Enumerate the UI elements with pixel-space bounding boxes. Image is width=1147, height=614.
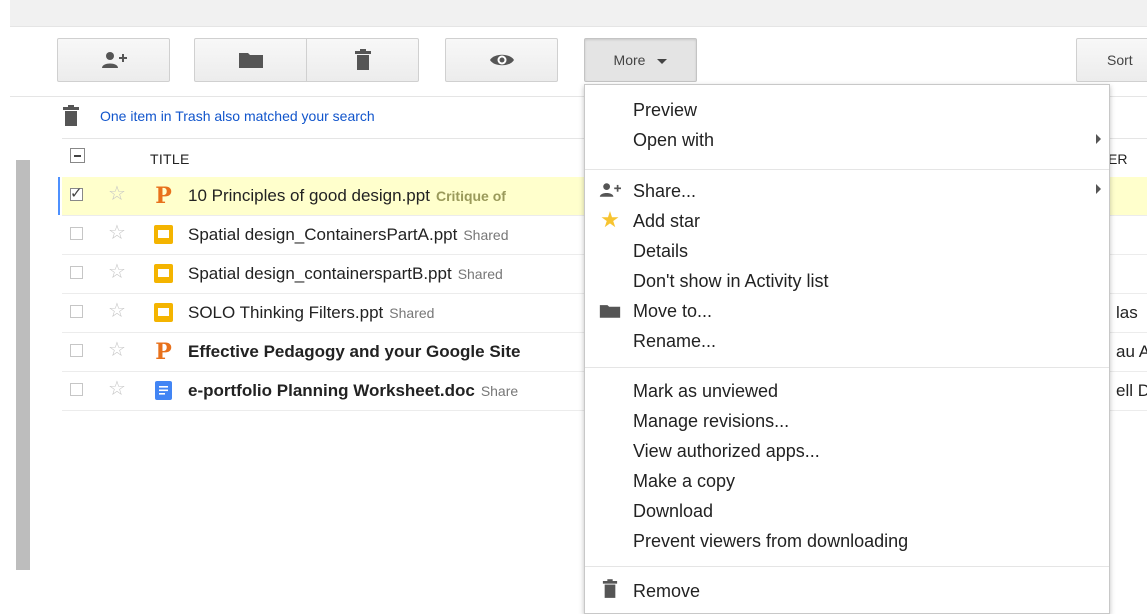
add-person-icon — [101, 52, 127, 68]
menu-item-open-with[interactable]: Open with — [633, 130, 714, 151]
slides-icon — [154, 303, 173, 322]
file-name[interactable]: SOLO Thinking Filters.ppt — [188, 303, 383, 322]
document-icon — [154, 381, 173, 400]
menu-item-rename[interactable]: Rename... — [633, 331, 716, 352]
menu-item-dont-show-activity[interactable]: Don't show in Activity list — [633, 271, 829, 292]
menu-item-view-authorized-apps[interactable]: View authorized apps... — [633, 441, 820, 462]
menu-item-download[interactable]: Download — [633, 501, 713, 522]
presentation-p-icon: P — [155, 338, 172, 365]
menu-item-move-to[interactable]: Move to... — [633, 301, 712, 322]
remove-button[interactable] — [306, 38, 419, 82]
star-outline-icon[interactable]: ☆ — [108, 262, 126, 282]
menu-item-manage-revisions[interactable]: Manage revisions... — [633, 411, 789, 432]
file-name[interactable]: Spatial design_ContainersPartA.ppt — [188, 225, 457, 244]
select-all-checkbox[interactable] — [70, 148, 85, 163]
menu-divider — [585, 367, 1109, 368]
left-scrollbar[interactable] — [16, 160, 30, 570]
owner-cell: au A — [1116, 342, 1147, 361]
file-name[interactable]: Spatial design_containerspartB.ppt — [188, 264, 452, 283]
file-name[interactable]: e-portfolio Planning Worksheet.doc — [188, 381, 475, 400]
sort-label: Sort — [1107, 52, 1133, 68]
menu-item-mark-unviewed[interactable]: Mark as unviewed — [633, 381, 778, 402]
more-label: More — [613, 52, 646, 68]
star-icon: ★ — [600, 207, 620, 232]
row-checkbox[interactable] — [70, 344, 83, 357]
star-outline-icon[interactable]: ☆ — [108, 184, 126, 204]
row-checkbox[interactable] — [70, 383, 83, 396]
file-name-cell[interactable]: Spatial design_containerspartB.ppt Shared — [188, 264, 503, 284]
top-strip — [10, 0, 1147, 27]
file-tag: Shared — [389, 305, 435, 321]
sort-button[interactable]: Sort — [1076, 38, 1147, 82]
trash-icon — [354, 49, 371, 70]
preview-button[interactable] — [445, 38, 558, 82]
row-checkbox[interactable] — [70, 184, 83, 202]
file-tag: Critique of — [435, 188, 506, 204]
move-to-folder-button[interactable] — [194, 38, 307, 82]
submenu-arrow-icon — [1096, 134, 1101, 144]
menu-item-make-copy[interactable]: Make a copy — [633, 471, 735, 492]
file-tag: Shared — [463, 227, 509, 243]
file-name[interactable]: 10 Principles of good design.ppt — [188, 186, 430, 205]
file-name[interactable]: Effective Pedagogy and your Google Site — [188, 342, 521, 361]
slides-icon — [154, 264, 173, 283]
title-column-header[interactable]: TITLE — [150, 151, 190, 167]
file-name-cell[interactable]: Spatial design_ContainersPartA.ppt Shared — [188, 225, 509, 245]
menu-divider — [585, 566, 1109, 567]
star-outline-icon[interactable]: ☆ — [108, 379, 126, 399]
presentation-p-icon: P — [155, 182, 172, 209]
file-name-cell[interactable]: SOLO Thinking Filters.ppt Shared — [188, 303, 434, 323]
menu-item-prevent-download[interactable]: Prevent viewers from downloading — [633, 531, 908, 552]
owner-cell: ell D — [1116, 381, 1147, 400]
slides-icon — [154, 225, 173, 244]
menu-divider — [585, 169, 1109, 170]
submenu-arrow-icon — [1096, 184, 1101, 194]
file-name-cell[interactable]: Effective Pedagogy and your Google Site — [188, 342, 521, 362]
more-menu: Preview Open with Share... ★ Add star De… — [584, 84, 1110, 614]
owner-cell: las — [1116, 303, 1138, 322]
trash-icon — [599, 579, 621, 599]
folder-icon — [238, 53, 263, 68]
file-name-cell[interactable]: 10 Principles of good design.ppt Critique… — [188, 186, 506, 206]
trash-notice: One item in Trash also matched your sear… — [62, 104, 375, 128]
star-outline-icon[interactable]: ☆ — [108, 223, 126, 243]
add-person-icon — [599, 180, 621, 200]
row-checkbox[interactable] — [70, 227, 83, 240]
eye-icon — [489, 54, 514, 66]
menu-item-share[interactable]: Share... — [633, 181, 696, 202]
chevron-down-icon — [657, 58, 668, 64]
trash-icon — [63, 105, 79, 126]
trash-match-link[interactable]: One item in Trash also matched your sear… — [100, 108, 375, 124]
share-people-button[interactable] — [57, 38, 170, 82]
star-outline-icon[interactable]: ☆ — [108, 301, 126, 321]
more-button[interactable]: More — [584, 38, 697, 82]
menu-item-details[interactable]: Details — [633, 241, 688, 262]
menu-item-remove[interactable]: Remove — [633, 581, 700, 602]
menu-item-preview[interactable]: Preview — [633, 100, 697, 121]
folder-icon — [599, 301, 621, 321]
file-tag: Shared — [457, 266, 503, 282]
star-outline-icon[interactable]: ☆ — [108, 340, 126, 360]
file-tag: Share — [480, 383, 519, 399]
row-checkbox[interactable] — [70, 305, 83, 318]
file-name-cell[interactable]: e-portfolio Planning Worksheet.doc Share — [188, 381, 518, 401]
owner-column-header[interactable]: ER — [1108, 151, 1127, 167]
menu-item-add-star[interactable]: Add star — [633, 211, 700, 232]
row-checkbox[interactable] — [70, 266, 83, 279]
